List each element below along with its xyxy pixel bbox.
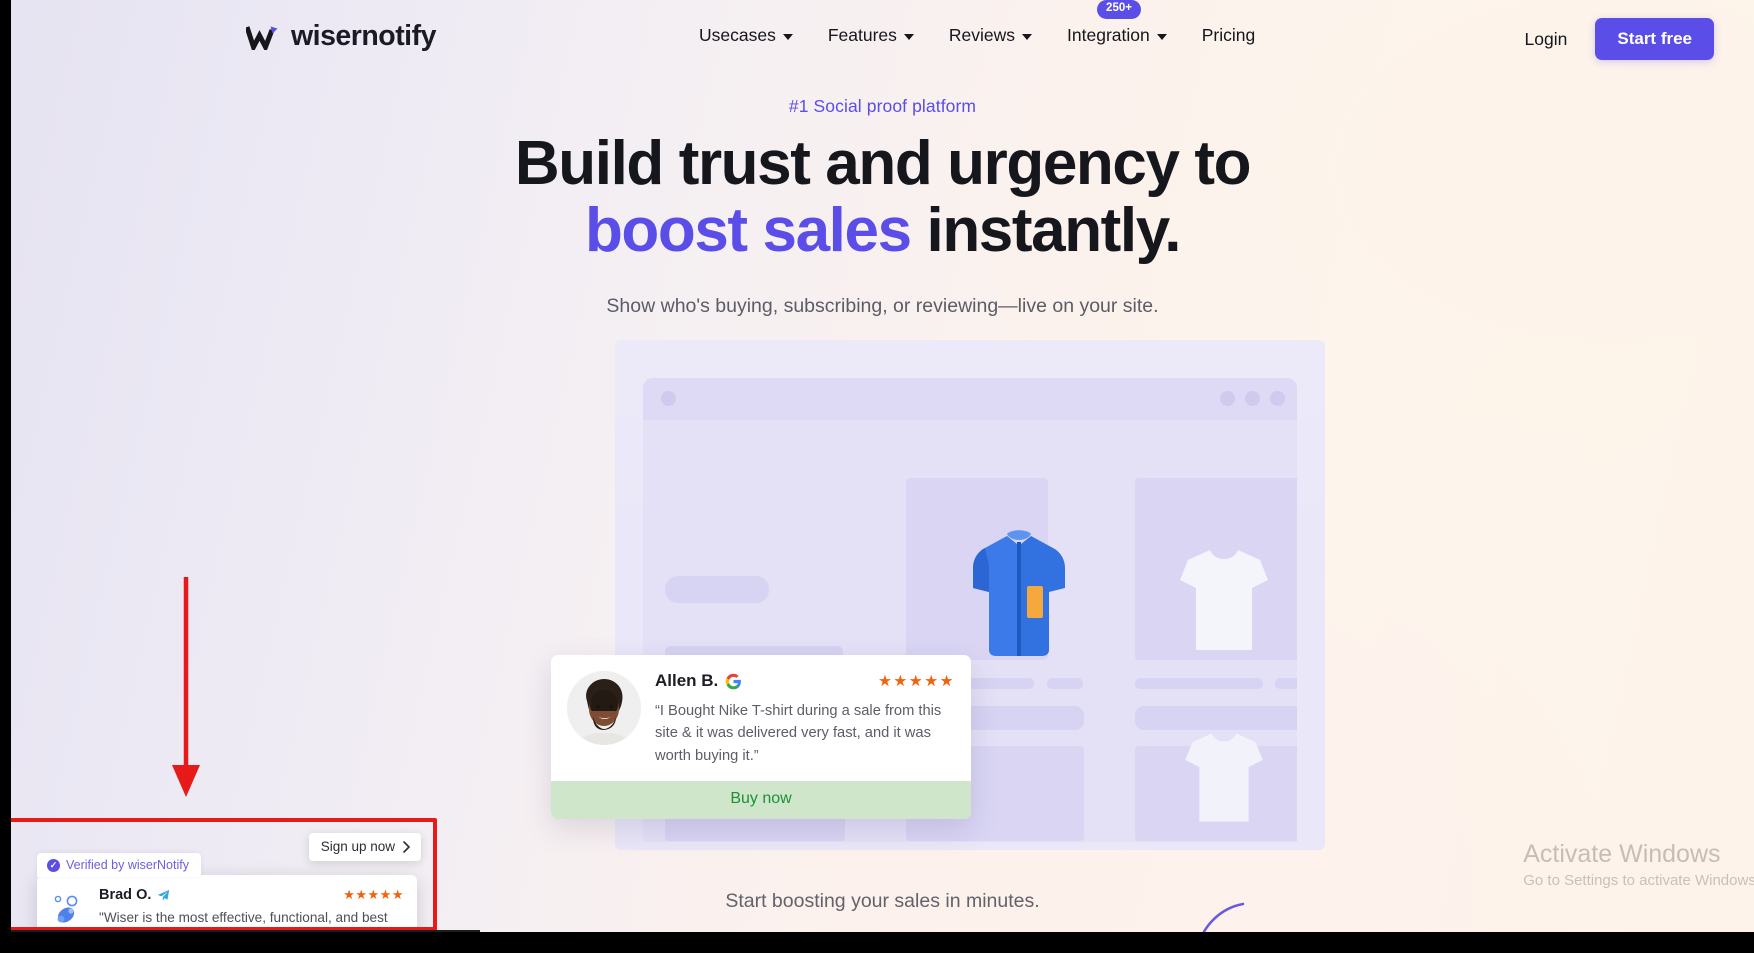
chevron-down-icon — [1156, 33, 1167, 40]
main-nav: Usecases Features Reviews 250+ Integrati… — [699, 0, 1256, 46]
nav-item-usecases[interactable]: Usecases — [699, 25, 793, 46]
watermark-subtitle: Go to Settings to activate Windows. — [1523, 872, 1754, 889]
review-popup-body: Allen B. ★★★★★ “I Bought Nike T-shirt du… — [551, 655, 971, 781]
check-circle-icon: ✓ — [47, 858, 60, 872]
google-g-icon — [726, 673, 742, 689]
headline-line-1: Build trust and urgency to — [514, 129, 1252, 198]
reviewer-name: Allen B. — [655, 671, 719, 690]
wisernotify-bubbles-icon — [49, 890, 89, 930]
nav-item-integration[interactable]: 250+ Integration — [1067, 0, 1167, 46]
site-header: wisernotify Usecases Features Reviews 25… — [11, 0, 1754, 78]
verified-label: Verified by wiserNotify — [66, 858, 189, 872]
watermark-title: Activate Windows — [1523, 840, 1721, 868]
blue-hoodie-icon — [973, 530, 1065, 656]
header-actions: Login Start free — [1525, 18, 1714, 60]
browser-titlebar — [643, 378, 1297, 420]
nav-label: Integration — [1067, 25, 1150, 45]
buy-now-button[interactable]: Buy now — [551, 781, 971, 820]
notification-card[interactable]: Brad O. ★★★★★ "Wiser is the most effecti… — [37, 875, 417, 932]
hero-eyebrow: #1 Social proof platform — [788, 96, 977, 116]
notification-content: Brad O. ★★★★★ "Wiser is the most effecti… — [99, 887, 404, 932]
white-tshirt-icon — [1180, 550, 1268, 650]
brand-logo[interactable]: wisernotify — [246, 20, 436, 53]
nav-label: Pricing — [1201, 25, 1256, 45]
start-free-button[interactable]: Start free — [1595, 18, 1714, 60]
letterbox-left — [0, 0, 11, 953]
chevron-down-icon — [782, 33, 793, 40]
notification-text: "Wiser is the most effective, functional… — [99, 910, 388, 932]
brand-name: wisernotify — [291, 20, 436, 52]
nav-item-features[interactable]: Features — [828, 25, 914, 46]
skeleton-line — [1135, 678, 1263, 689]
browser-avatar-dot-icon — [661, 391, 676, 406]
person-avatar-icon — [567, 671, 641, 745]
annotation-arrow-down — [172, 577, 200, 797]
browser-dot-icon — [1270, 391, 1285, 406]
reviewer-name-row: Allen B. — [655, 671, 742, 691]
avatar — [567, 671, 641, 745]
skeleton-line — [1275, 678, 1297, 689]
chevron-right-icon — [403, 840, 410, 853]
review-popup-card[interactable]: Allen B. ★★★★★ “I Bought Nike T-shirt du… — [551, 655, 971, 820]
verified-badge: ✓ Verified by wiserNotify — [37, 853, 201, 877]
hero-section: #1 Social proof platform Build trust and… — [11, 96, 1754, 318]
login-link[interactable]: Login — [1525, 29, 1568, 50]
browser-dot-icon — [1245, 391, 1260, 406]
nav-label: Reviews — [948, 25, 1016, 45]
browser-dot-icon — [1220, 391, 1235, 406]
wisernotify-w-mark-icon — [246, 25, 278, 50]
rating-stars: ★★★★★ — [878, 672, 955, 690]
screen: wisernotify Usecases Features Reviews 25… — [0, 0, 1754, 953]
rating-stars: ★★★★★ — [343, 887, 404, 902]
nav-label: Features — [827, 25, 897, 45]
chevron-down-icon — [1022, 33, 1033, 40]
skeleton-pill — [1135, 706, 1297, 730]
notification-header: Brad O. ★★★★★ — [99, 887, 404, 903]
telegram-paper-plane-icon — [158, 889, 170, 901]
hero-headline: Build trust and urgency to boost sales i… — [11, 129, 1754, 265]
white-tshirt-icon — [1185, 733, 1263, 822]
windows-activation-watermark: Activate Windows Go to Settings to activ… — [1523, 840, 1754, 889]
review-quote: “I Bought Nike T-shirt during a sale fro… — [655, 703, 942, 764]
review-popup-header: Allen B. ★★★★★ — [655, 671, 955, 691]
letterbox-bottom — [0, 932, 1754, 953]
headline-tail: instantly. — [910, 195, 1181, 265]
sign-up-now-label: Sign up now — [320, 839, 395, 854]
nav-item-pricing[interactable]: Pricing — [1202, 25, 1256, 46]
skeleton-pill — [665, 576, 769, 603]
notification-author: Brad O. — [99, 887, 152, 903]
sign-up-now-button[interactable]: Sign up now — [308, 833, 421, 861]
notification-author-row: Brad O. — [99, 887, 170, 903]
chevron-down-icon — [903, 33, 914, 40]
hero-subhead: Show who's buying, subscribing, or revie… — [606, 294, 1159, 317]
headline-accent: boost sales — [584, 195, 912, 265]
review-popup-content: Allen B. ★★★★★ “I Bought Nike T-shirt du… — [655, 671, 955, 767]
integration-count-badge: 250+ — [1097, 0, 1141, 19]
webpage-viewport: wisernotify Usecases Features Reviews 25… — [11, 0, 1754, 932]
nav-item-reviews[interactable]: Reviews — [948, 25, 1033, 46]
nav-label: Usecases — [699, 25, 776, 45]
skeleton-line — [1047, 678, 1083, 689]
